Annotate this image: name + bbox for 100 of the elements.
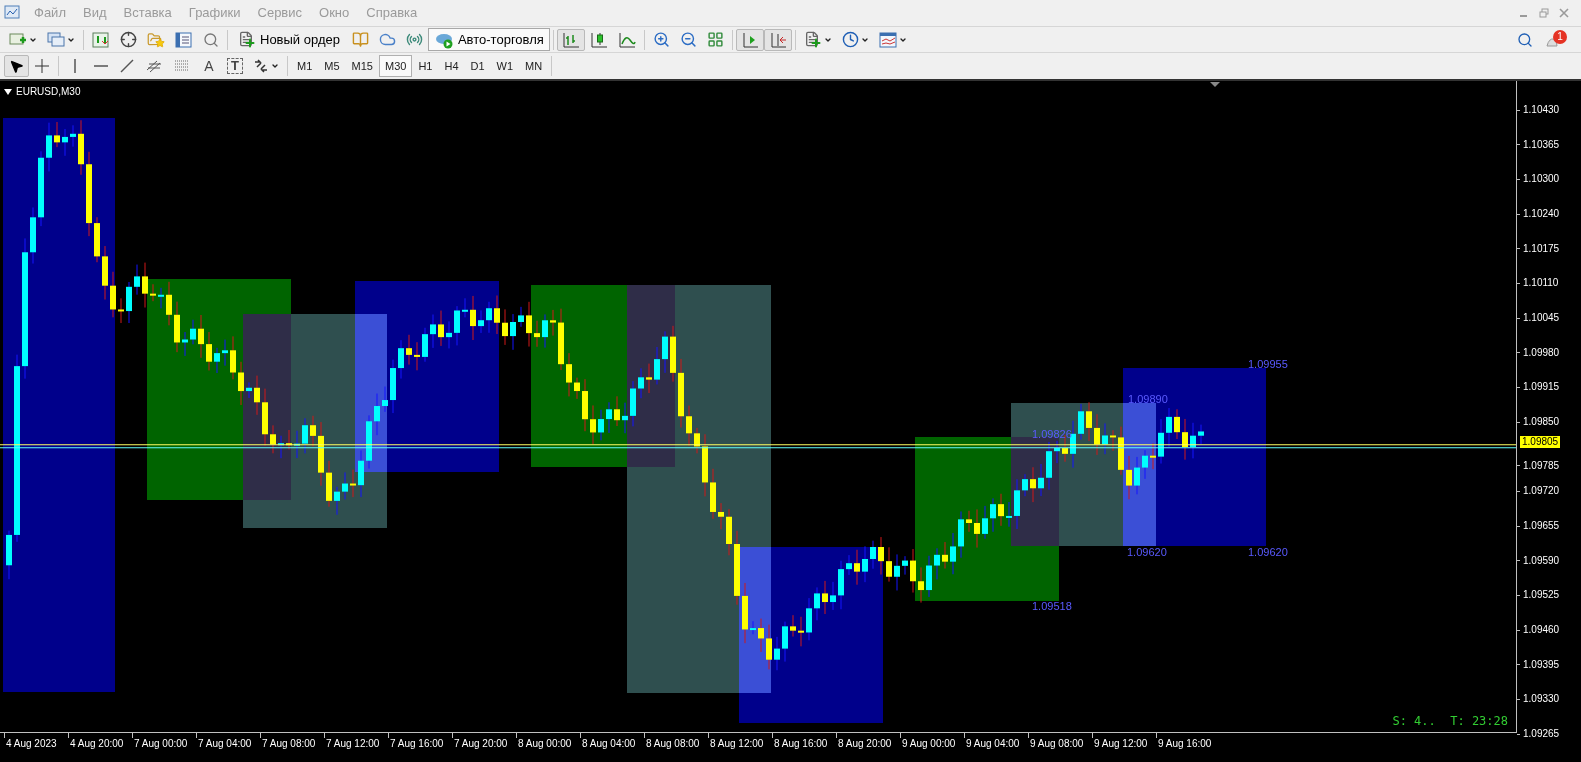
time-axis-label: 7 Aug 12:00 bbox=[326, 738, 380, 751]
bell-icon bbox=[1545, 35, 1559, 50]
new-order-button[interactable]: Новый ордер bbox=[231, 28, 347, 51]
time-axis-label: 8 Aug 12:00 bbox=[710, 738, 764, 751]
signal-icon bbox=[405, 31, 423, 48]
price-axis-label: 1.09850 bbox=[1523, 416, 1560, 428]
current-price-label: 1.09805 bbox=[1520, 435, 1561, 448]
time-axis-label: 9 Aug 16:00 bbox=[1158, 738, 1212, 751]
caret-icon bbox=[271, 62, 279, 70]
auto-trading-button[interactable]: Авто-торговля bbox=[427, 28, 550, 51]
price-axis-label: 1.10300 bbox=[1523, 173, 1560, 186]
cloud-icon bbox=[378, 31, 396, 48]
timeframe-tab[interactable]: MN bbox=[519, 55, 549, 77]
time-axis-label: 7 Aug 20:00 bbox=[454, 738, 508, 751]
document-plus-icon bbox=[803, 30, 822, 49]
price-axis-label: 1.09720 bbox=[1523, 485, 1560, 498]
search-icon[interactable] bbox=[1517, 31, 1533, 48]
chart-window-icon bbox=[878, 31, 897, 48]
time-axis-label: 8 Aug 00:00 bbox=[518, 738, 572, 751]
list-window-icon bbox=[175, 31, 193, 48]
time-axis-label: 8 Aug 16:00 bbox=[774, 738, 828, 751]
document-plus-icon bbox=[238, 30, 256, 49]
price-axis-label: 1.09655 bbox=[1523, 520, 1560, 532]
arrows-icon bbox=[253, 58, 269, 74]
restore-icon[interactable] bbox=[1539, 8, 1549, 18]
box-price-label: 1.09620 bbox=[1127, 545, 1167, 558]
magnifier-icon bbox=[203, 31, 219, 48]
box-price-label: 1.09890 bbox=[1128, 393, 1168, 406]
folder-star-icon bbox=[147, 31, 165, 48]
line-chart-icon bbox=[617, 31, 636, 48]
vertical-line-icon bbox=[74, 59, 76, 73]
price-axis-label: 1.10365 bbox=[1523, 138, 1560, 151]
cursor-button[interactable] bbox=[4, 55, 29, 77]
timeframe-tab[interactable]: M5 bbox=[318, 55, 346, 77]
crosshair-icon bbox=[34, 58, 50, 74]
autoscroll-icon bbox=[740, 31, 759, 48]
dotted-levels-icon bbox=[173, 58, 191, 74]
box-price-label: 1.09620 bbox=[1248, 545, 1288, 558]
notification-button[interactable]: 1 bbox=[1545, 29, 1567, 50]
crosshair-icon bbox=[120, 31, 137, 48]
price-axis-label: 1.09525 bbox=[1523, 589, 1560, 602]
hatched-channel-icon bbox=[145, 58, 163, 74]
time-axis-label: 7 Aug 16:00 bbox=[390, 738, 444, 751]
clock-icon bbox=[841, 31, 859, 48]
timeframe-tab[interactable]: H4 bbox=[438, 55, 465, 77]
dropdown-triangle-icon[interactable] bbox=[4, 88, 12, 95]
time-axis-label: 9 Aug 00:00 bbox=[902, 738, 956, 751]
timeframe-tab[interactable]: H1 bbox=[412, 55, 439, 77]
arrows-window-icon bbox=[92, 31, 110, 48]
price-axis-label: 1.10240 bbox=[1523, 208, 1560, 220]
notification-count: 1 bbox=[1553, 29, 1567, 44]
autoscroll-button[interactable] bbox=[735, 28, 764, 51]
time-axis-label: 9 Aug 12:00 bbox=[1094, 738, 1148, 751]
timeframe-tab[interactable]: D1 bbox=[464, 55, 491, 77]
chart-title: EURUSD,M30 bbox=[16, 85, 81, 99]
price-axis-label: 1.09330 bbox=[1523, 693, 1560, 706]
grid-icon bbox=[706, 31, 724, 48]
price-axis-label: 1.09980 bbox=[1523, 346, 1560, 359]
time-axis-label: 8 Aug 08:00 bbox=[646, 738, 700, 751]
price-axis-label: 1.10430 bbox=[1523, 104, 1560, 116]
price-axis-label: 1.09460 bbox=[1523, 624, 1560, 636]
timeframe-tab[interactable]: M30 bbox=[378, 55, 413, 77]
time-axis-label: 7 Aug 00:00 bbox=[134, 738, 188, 751]
status-text: S: 4.. T: 23:28 bbox=[1392, 713, 1508, 731]
chart-plus-icon bbox=[9, 31, 27, 48]
close-icon[interactable] bbox=[1559, 8, 1569, 18]
price-axis-label: 1.09265 bbox=[1523, 728, 1560, 740]
timeframe-tab[interactable]: M15 bbox=[345, 55, 379, 77]
chart-shift-button[interactable] bbox=[763, 28, 792, 51]
time-axis-label: 9 Aug 04:00 bbox=[966, 738, 1020, 751]
time-axis-label: 8 Aug 04:00 bbox=[582, 738, 636, 751]
diagonal-line-icon bbox=[119, 58, 135, 74]
cursor-icon bbox=[9, 58, 24, 74]
box-price-label: 1.09955 bbox=[1248, 358, 1288, 371]
windows-icon bbox=[47, 31, 65, 48]
text-label-button[interactable]: T bbox=[222, 55, 248, 77]
timeframe-tab[interactable]: W1 bbox=[490, 55, 520, 77]
text-tool-button[interactable]: A bbox=[196, 55, 222, 77]
price-axis-label: 1.09785 bbox=[1523, 459, 1560, 472]
time-axis-label: 8 Aug 20:00 bbox=[838, 738, 892, 751]
time-axis-label: 4 Aug 2023 bbox=[6, 738, 57, 751]
price-axis-label: 1.10045 bbox=[1523, 312, 1560, 324]
bars-icon bbox=[561, 31, 580, 48]
chart-shift-icon bbox=[768, 31, 787, 48]
candlestick-icon bbox=[589, 31, 608, 48]
price-axis-label: 1.10175 bbox=[1523, 242, 1560, 255]
time-axis-label: 7 Aug 04:00 bbox=[198, 738, 252, 751]
time-axis-label: 4 Aug 20:00 bbox=[70, 738, 124, 751]
price-axis-label: 1.09915 bbox=[1523, 381, 1560, 394]
price-axis-label: 1.09395 bbox=[1523, 658, 1560, 671]
time-axis-label: 9 Aug 08:00 bbox=[1030, 738, 1084, 751]
box-price-label: 1.09518 bbox=[1032, 600, 1072, 613]
app-icon bbox=[4, 5, 22, 21]
zoom-out-icon bbox=[679, 31, 697, 48]
timeframe-tab[interactable]: M1 bbox=[291, 55, 319, 77]
price-axis-label: 1.09590 bbox=[1523, 554, 1560, 567]
box-price-label: 1.09826 bbox=[1032, 427, 1072, 440]
zoom-in-icon bbox=[652, 31, 670, 48]
bar-chart-button[interactable] bbox=[556, 28, 585, 51]
price-axis-label: 1.10110 bbox=[1523, 277, 1559, 290]
